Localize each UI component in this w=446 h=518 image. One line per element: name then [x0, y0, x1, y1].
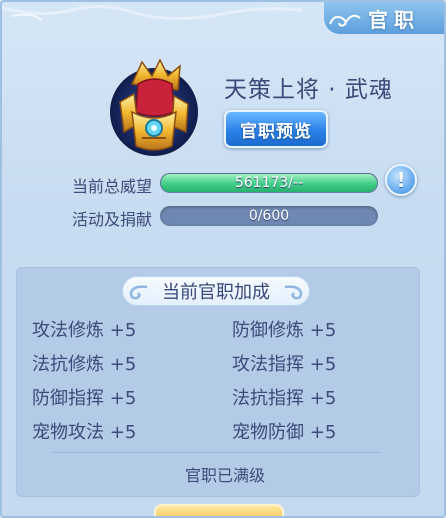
bonus-item-value: +5 [109, 354, 137, 375]
bonus-item-name: 宠物攻法 [32, 422, 104, 443]
bonus-item: 攻法指挥 +5 [232, 350, 336, 376]
window-title: 官职 [368, 7, 420, 32]
bonus-item: 法抗修炼 +5 [32, 350, 136, 376]
info-icon[interactable]: ! [385, 164, 417, 196]
bonus-item: 防御指挥 +5 [32, 384, 136, 410]
bonus-item-name: 攻法修炼 [32, 320, 104, 341]
window-title-tab: 官职 [324, 2, 444, 34]
bonus-item-value: +5 [109, 320, 137, 341]
prestige-progress-bar: 561173/-- [160, 173, 378, 193]
bonus-item: 宠物攻法 +5 [32, 418, 136, 444]
bonus-divider [52, 452, 382, 453]
bonus-item: 防御修炼 +5 [232, 316, 336, 342]
bonus-header: 当前官职加成 [122, 276, 310, 306]
max-rank-status: 官职已满级 [184, 466, 265, 485]
bonus-item-name: 防御修炼 [232, 320, 304, 341]
rank-emblem-icon [110, 58, 198, 156]
bonus-item-value: +5 [309, 422, 337, 443]
bonus-item-value: +5 [309, 354, 337, 375]
bonus-item: 法抗指挥 +5 [232, 384, 336, 410]
official-rank-panel: 官职 天策上将 · 武魂 官职预览 当前总威望 561173/-- ! 活动及捐… [0, 0, 446, 518]
bonus-item: 攻法修炼 +5 [32, 316, 136, 342]
swirl-right-icon [284, 285, 303, 300]
rank-name: 天策上将 · 武魂 [224, 77, 393, 103]
activity-progress-text: 0/600 [248, 208, 290, 224]
bonus-item-name: 攻法指挥 [232, 354, 304, 375]
swirl-left-icon [129, 285, 148, 300]
activity-progress-bar: 0/600 [160, 206, 378, 226]
cloud-swirl-icon [329, 14, 361, 27]
bonus-title: 当前官职加成 [162, 282, 270, 303]
bonus-item-value: +5 [309, 388, 337, 409]
prestige-progress-text: 561173/-- [234, 175, 304, 191]
bonus-item-value: +5 [309, 320, 337, 341]
activity-label: 活动及捐献 [71, 210, 152, 229]
rank-preview-button[interactable]: 官职预览 [224, 110, 328, 148]
bonus-item-value: +5 [109, 422, 137, 443]
bonus-item: 宠物防御 +5 [232, 418, 336, 444]
prestige-label: 当前总威望 [71, 177, 152, 196]
bonus-item-name: 法抗修炼 [32, 354, 104, 375]
bottom-action-button[interactable] [154, 504, 284, 516]
bonus-item-name: 宠物防御 [232, 422, 304, 443]
bonus-item-name: 防御指挥 [32, 388, 104, 409]
bonus-item-name: 法抗指挥 [232, 388, 304, 409]
bonus-item-value: +5 [109, 388, 137, 409]
